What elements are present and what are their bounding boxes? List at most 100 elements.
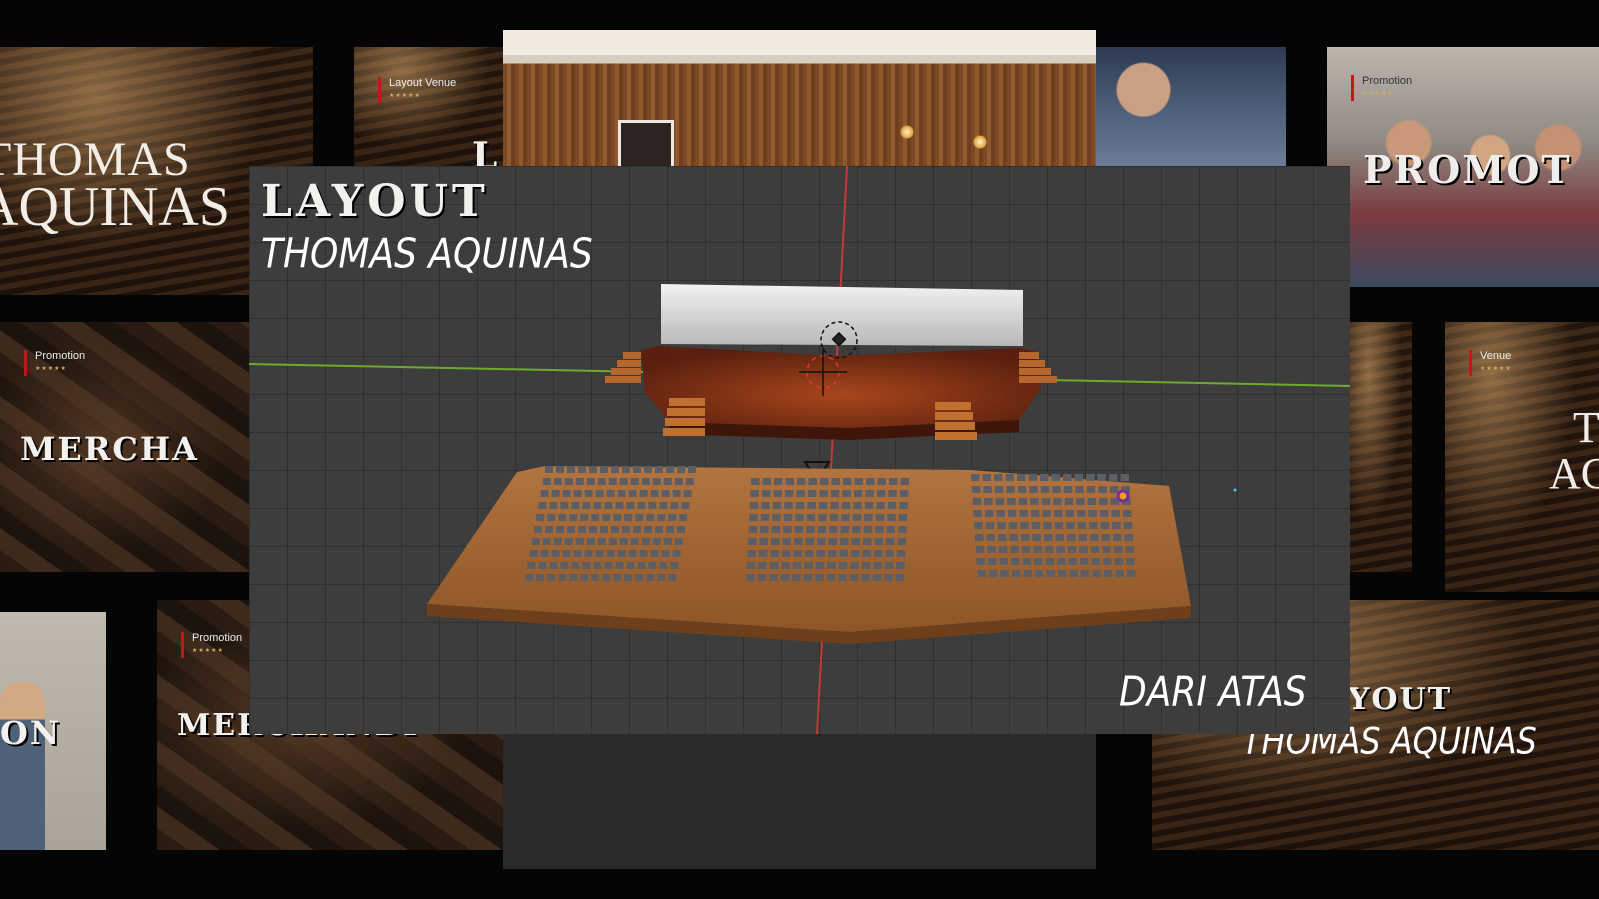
chair	[1077, 522, 1087, 529]
chair	[996, 510, 1005, 517]
chair	[542, 538, 551, 545]
chair	[772, 514, 781, 521]
chair	[558, 574, 567, 581]
point-light-icon	[1116, 489, 1130, 503]
wall-light	[900, 125, 914, 139]
chair	[1053, 510, 1063, 517]
chair	[604, 562, 613, 569]
chair	[582, 562, 591, 569]
chair	[900, 478, 909, 485]
chair	[853, 490, 863, 497]
chair	[986, 534, 995, 541]
chair	[1021, 534, 1030, 541]
chair	[751, 478, 760, 485]
chair	[1114, 558, 1124, 565]
chair	[578, 466, 586, 473]
chair	[1017, 486, 1027, 493]
chair	[1064, 498, 1074, 505]
chair	[551, 490, 560, 497]
chair	[781, 562, 790, 569]
chair	[626, 562, 635, 569]
chair	[796, 490, 805, 497]
chair	[650, 490, 659, 497]
tag-layout-venue-label: Layout Venue	[389, 77, 457, 89]
chair	[573, 550, 582, 557]
chair	[1033, 546, 1042, 553]
chair	[672, 490, 681, 497]
chair	[1011, 570, 1021, 577]
chair	[971, 486, 981, 493]
chair	[674, 478, 683, 485]
chair	[875, 514, 885, 521]
chair	[571, 502, 580, 509]
chair	[648, 502, 657, 509]
chair	[540, 490, 549, 497]
chair	[637, 502, 646, 509]
chair	[805, 538, 814, 545]
chair	[973, 510, 982, 517]
chair	[602, 574, 611, 581]
tag-layout-venue: Layout Venue ★★★★★	[378, 77, 456, 103]
chair	[635, 514, 644, 521]
chair	[1057, 570, 1067, 577]
chair	[1123, 522, 1133, 529]
chair	[580, 574, 589, 581]
chair	[606, 490, 615, 497]
chair	[761, 490, 771, 497]
chair	[1008, 522, 1018, 529]
chair	[1044, 546, 1054, 553]
wall-light	[973, 135, 987, 149]
chair	[613, 574, 622, 581]
chair	[606, 550, 615, 557]
chair	[758, 550, 768, 557]
rating-stars: ★★★★★	[1480, 366, 1512, 372]
chair	[580, 514, 589, 521]
chair	[1090, 546, 1100, 553]
chair	[1051, 474, 1060, 481]
chair	[843, 478, 852, 485]
chair	[608, 538, 617, 545]
chair	[681, 502, 690, 509]
chair	[748, 526, 758, 533]
chair	[562, 490, 571, 497]
chair	[873, 562, 882, 569]
chair	[591, 514, 600, 521]
chair	[615, 502, 624, 509]
chair	[972, 498, 982, 505]
chair	[679, 514, 688, 521]
chair	[589, 466, 597, 473]
chair	[644, 466, 652, 473]
chair	[898, 526, 907, 533]
chair	[608, 478, 617, 485]
chair	[1089, 522, 1098, 529]
chair	[652, 478, 661, 485]
chair	[553, 478, 562, 485]
chair	[1112, 522, 1121, 529]
chair	[815, 574, 824, 581]
chair	[666, 466, 674, 473]
chair	[760, 526, 769, 533]
chair	[1068, 558, 1078, 565]
tag-promotion: Promotion ★★★★★	[1351, 75, 1412, 101]
chair	[1046, 570, 1055, 577]
chair	[525, 574, 534, 581]
chair	[1078, 534, 1087, 541]
chair	[1021, 546, 1031, 553]
chair	[646, 514, 655, 521]
chair	[571, 562, 580, 569]
chair	[804, 550, 814, 557]
layout-viewport[interactable]: LAYOUT THOMAS AQUINAS DARI ATAS	[249, 166, 1350, 734]
chair	[861, 574, 870, 581]
chair	[646, 574, 655, 581]
chair	[668, 574, 677, 581]
chair	[971, 474, 980, 481]
chair	[820, 478, 829, 485]
chair	[804, 562, 813, 569]
chair	[573, 490, 582, 497]
tag-promotion: Promotion ★★★★★	[181, 632, 242, 658]
chair	[830, 490, 840, 497]
chair	[1086, 474, 1095, 481]
chair	[560, 502, 569, 509]
chair	[826, 574, 836, 581]
chair	[1074, 474, 1083, 481]
